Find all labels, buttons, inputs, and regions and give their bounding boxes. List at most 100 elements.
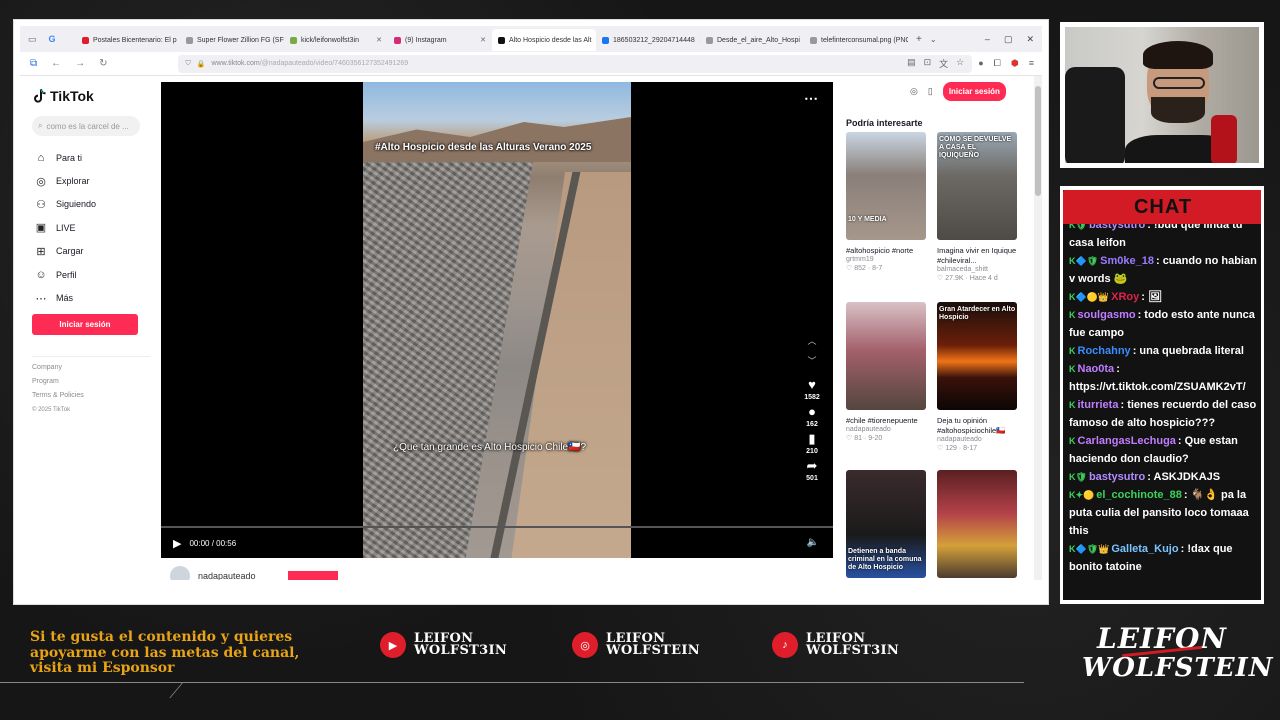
address-bar[interactable]: ⛉ 🔒 www.tiktok.com/@nadapauteado/video/7… bbox=[177, 54, 973, 73]
sidebar-item-label: Explorar bbox=[56, 176, 90, 187]
recommended-video-card[interactable]: CÓMO SE DEVUELVE A CASA EL IQUIQUEÑO Ima… bbox=[937, 132, 1017, 282]
browser-tab[interactable]: Alto Hospicio desde las Alt ✕ bbox=[492, 29, 596, 51]
browser-tab[interactable]: Desde_el_aire_Alto_Hospi ✕ bbox=[700, 29, 804, 51]
close-window-icon[interactable]: ✕ bbox=[1026, 34, 1034, 45]
address-toolbar: ⧉ ← → ↻ ⛉ 🔒 www.tiktok.com/@nadapauteado… bbox=[20, 52, 1042, 76]
sidebar-menu: ⌂ Para ti ◎ Explorar ⚇ Siguiendo ▣ LIVE ⊞ Ca… bbox=[34, 146, 96, 310]
google-icon[interactable]: G bbox=[49, 34, 56, 45]
video-thumbnail[interactable]: Gran Atardecer en Alto Hospicio bbox=[937, 302, 1017, 410]
sidebar-item-perfil[interactable]: ☺ Perfil bbox=[34, 263, 96, 286]
extensions-icon[interactable]: ⧠ bbox=[994, 58, 1001, 69]
card-date: 9-20 bbox=[868, 435, 883, 442]
card-user[interactable]: grtmm19 bbox=[846, 256, 926, 263]
follow-button[interactable] bbox=[287, 571, 338, 580]
more-options-icon[interactable]: ⋯ bbox=[804, 90, 819, 107]
card-caption[interactable]: Deja tu opinión #altohospiciochile🇨🇱 bbox=[937, 416, 1017, 436]
footer-company-link[interactable]: Company bbox=[32, 361, 150, 375]
chat-text: : ASKJDKAJS bbox=[1147, 471, 1221, 483]
browser-tab[interactable]: (9) Instagram ✕ bbox=[388, 29, 492, 51]
video-frame[interactable]: #Alto Hospicio desde las Alturas Verano … bbox=[363, 82, 631, 558]
video-thumbnail[interactable]: Detienen a banda criminal en la comuna d… bbox=[846, 470, 926, 578]
sidebar-item-cargar[interactable]: ⊞ Cargar bbox=[34, 240, 96, 263]
browser-tab[interactable]: Postales Bicentenario: El p ✕ bbox=[76, 29, 180, 51]
tab-list-icon[interactable]: ⌄ bbox=[930, 35, 937, 44]
chat-username: CarlangasLechuga bbox=[1077, 435, 1176, 447]
footer-terms-link[interactable]: Terms & Policies bbox=[32, 389, 150, 403]
search-input[interactable]: ⌕ como es la carcel de ... bbox=[32, 116, 140, 136]
like-action[interactable]: ♥ 1582 bbox=[804, 378, 820, 402]
page-scrollbar[interactable] bbox=[1034, 76, 1042, 580]
new-tab-button[interactable]: + bbox=[908, 34, 930, 45]
sidebar-toggle-icon[interactable]: ▭ bbox=[28, 34, 37, 45]
footer-program-link[interactable]: Program bbox=[32, 375, 150, 389]
browser-tab[interactable]: kick/leifonwolfst3in ✕ bbox=[284, 29, 388, 51]
video-thumbnail[interactable]: CÓMO SE DEVUELVE A CASA EL IQUIQUEÑO bbox=[937, 132, 1017, 240]
browser-tab[interactable]: Super Flower Zillion FG (SF ✕ bbox=[180, 29, 284, 51]
sidebar-panel-icon[interactable]: ⧉ bbox=[30, 58, 37, 69]
video-player[interactable]: #Alto Hospicio desde las Alturas Verano … bbox=[161, 82, 833, 558]
heart-outline-icon: ♡ bbox=[846, 265, 853, 272]
browser-tab[interactable]: 186503212_29204714448 ✕ bbox=[596, 29, 700, 51]
chat-badges: K🔷🛡👑 bbox=[1069, 544, 1110, 554]
video-thumbnail[interactable] bbox=[846, 302, 926, 410]
chat-text: : una quebrada literal bbox=[1132, 345, 1244, 357]
screenshot-icon[interactable]: ⊡ bbox=[924, 57, 932, 70]
next-video-icon[interactable]: ﹀ bbox=[807, 354, 816, 374]
author-avatar[interactable] bbox=[170, 566, 190, 580]
close-tab-icon[interactable]: ✕ bbox=[376, 36, 382, 44]
comment-action[interactable]: ● 162 bbox=[806, 405, 818, 429]
coins-icon[interactable]: ◎ bbox=[910, 86, 918, 97]
video-progress-bar[interactable] bbox=[161, 526, 833, 528]
device-icon[interactable]: ▯ bbox=[928, 86, 933, 97]
chat-badges: K🔷🛡 bbox=[1069, 256, 1099, 266]
account-icon[interactable]: ● bbox=[978, 58, 983, 69]
card-user[interactable]: nadapauteado bbox=[846, 426, 926, 433]
reader-view-icon[interactable]: ▤ bbox=[907, 57, 916, 70]
reload-icon[interactable]: ↻ bbox=[99, 58, 107, 69]
video-caption-top: #Alto Hospicio desde las Alturas Verano … bbox=[375, 142, 592, 153]
translate-icon[interactable]: 文 bbox=[939, 57, 948, 70]
share-action[interactable]: ➦ 501 bbox=[806, 459, 818, 483]
save-action[interactable]: ▮ 210 bbox=[806, 432, 818, 456]
scrollbar-thumb[interactable] bbox=[1035, 86, 1041, 196]
card-caption[interactable]: #altohospicio #norte bbox=[846, 246, 926, 256]
login-button[interactable]: Iniciar sesión bbox=[32, 314, 138, 335]
recommended-video-card[interactable]: Detienen a banda criminal en la comuna d… bbox=[846, 470, 926, 578]
card-user[interactable]: nadapauteado bbox=[937, 436, 1017, 443]
video-thumbnail[interactable] bbox=[937, 470, 1017, 578]
minimize-icon[interactable]: – bbox=[985, 34, 990, 45]
thumbnail-overlay-text: Detienen a banda criminal en la comuna d… bbox=[848, 548, 922, 571]
card-meta: ♡ 129 · 8-17 bbox=[937, 445, 978, 452]
sidebar-item-explorar[interactable]: ◎ Explorar bbox=[34, 169, 96, 192]
instagram-icon bbox=[394, 36, 401, 44]
facebook-icon bbox=[602, 36, 609, 44]
recommended-video-card[interactable] bbox=[937, 470, 1017, 578]
recommended-video-card[interactable]: 10 Y MEDIA #altohospicio #norte grtmm19 … bbox=[846, 132, 926, 272]
previous-video-icon[interactable]: ︿ bbox=[807, 334, 816, 354]
recommended-video-card[interactable]: #chile #tiorenepuente nadapauteado ♡ 81 … bbox=[846, 302, 926, 442]
addon-icon[interactable]: ⬢ bbox=[1011, 58, 1019, 69]
top-login-button[interactable]: Iniciar sesión bbox=[942, 82, 1006, 101]
tiktok-logo[interactable]: TikTok bbox=[34, 88, 94, 104]
author-name[interactable]: nadapauteado bbox=[198, 571, 256, 580]
menu-icon[interactable]: ≡ bbox=[1029, 58, 1034, 69]
card-caption[interactable]: Imagina vivir en Iquique #chileviral... bbox=[937, 246, 1017, 266]
browser-tab[interactable]: telefinterconsumal.png (PNG In ✕ bbox=[804, 29, 908, 51]
maximize-icon[interactable]: ▢ bbox=[1004, 34, 1013, 45]
forward-icon[interactable]: → bbox=[75, 58, 85, 69]
close-tab-icon[interactable]: ✕ bbox=[480, 36, 486, 44]
sidebar-item-live[interactable]: ▣ LIVE bbox=[34, 216, 96, 239]
video-thumbnail[interactable]: 10 Y MEDIA bbox=[846, 132, 926, 240]
social-link-tiktok: ♪ LEIFON WOLFST3IN bbox=[772, 632, 899, 658]
sidebar-item-siguiendo[interactable]: ⚇ Siguiendo bbox=[34, 193, 96, 216]
back-icon[interactable]: ← bbox=[51, 58, 61, 69]
card-meta: ♡ 852 · 8-7 bbox=[846, 265, 883, 272]
card-user[interactable]: balmaceda_shitt bbox=[937, 266, 1017, 273]
sidebar-item-para-ti[interactable]: ⌂ Para ti bbox=[34, 146, 96, 169]
sidebar-item-más[interactable]: ⋯ Más bbox=[34, 286, 96, 309]
recommended-video-card[interactable]: Gran Atardecer en Alto Hospicio Deja tu … bbox=[937, 302, 1017, 452]
card-caption[interactable]: #chile #tiorenepuente bbox=[846, 416, 926, 426]
volume-icon[interactable]: 🔈 bbox=[807, 537, 819, 548]
play-icon[interactable]: ▶ bbox=[173, 537, 181, 550]
bookmark-star-icon[interactable]: ☆ bbox=[956, 57, 964, 70]
